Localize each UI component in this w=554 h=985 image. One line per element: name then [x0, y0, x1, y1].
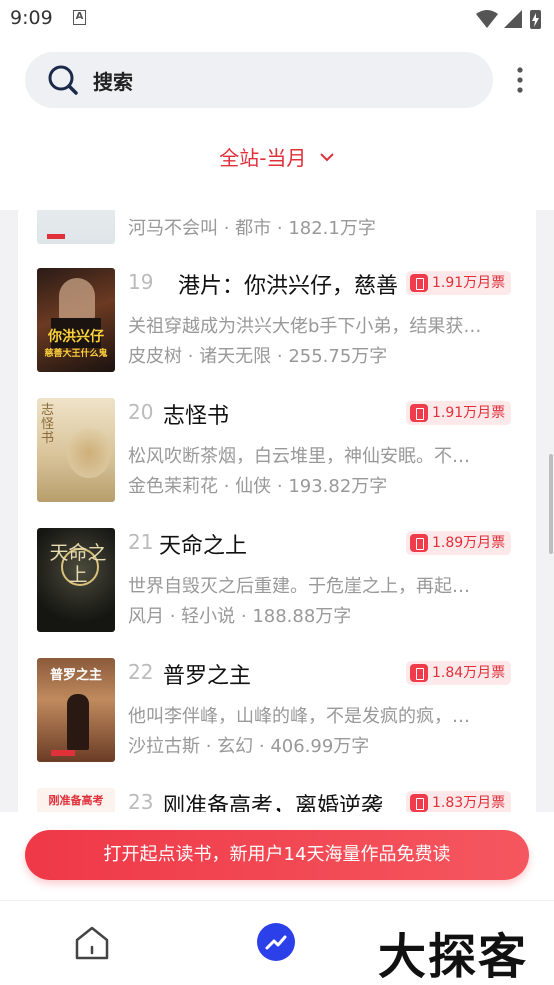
- monthly-ticket-count: 1.83万月票: [432, 795, 506, 811]
- ticket-icon: [410, 274, 428, 292]
- list-item[interactable]: 普罗之主 22 普罗之主 1.84万月票 他叫李伴峰，山峰的峰，不是发疯的疯，……: [18, 658, 536, 770]
- wifi-icon: [476, 10, 498, 28]
- ticket-icon: [410, 794, 428, 812]
- book-cover: 志怪书: [37, 398, 115, 502]
- range-filter[interactable]: 全站-当月: [0, 142, 554, 171]
- book-description: 关祖穿越成为洪兴大佬b手下小弟，结果获…: [128, 316, 482, 337]
- book-description: 松风吹断茶烟，白云堆里，神仙安眠。不…: [128, 446, 470, 467]
- book-meta: 河马不会叫 · 都市 · 182.1万字: [128, 218, 376, 239]
- ranking-tab-icon[interactable]: [257, 923, 295, 961]
- book-cover: [37, 210, 115, 244]
- promo-area: 打开起点读书，新用户14天海量作品免费读: [0, 812, 554, 900]
- book-meta: 风月 · 轻小说 · 188.88万字: [128, 606, 352, 627]
- monthly-ticket-badge: 1.91万月票: [406, 401, 512, 425]
- monthly-ticket-count: 1.84万月票: [432, 665, 506, 681]
- range-filter-label: 全站-当月: [219, 146, 307, 170]
- rank-number: 22: [128, 660, 154, 684]
- watermark: 大探客: [378, 929, 529, 985]
- status-time: 9:09: [10, 7, 53, 29]
- home-icon[interactable]: [72, 923, 112, 963]
- scrollbar[interactable]: [549, 454, 553, 554]
- book-title: 天命之上: [159, 534, 248, 559]
- book-cover: 普罗之主: [37, 658, 115, 762]
- book-description: 他叫李伴峰，山峰的峰，不是发疯的疯，…: [128, 706, 470, 727]
- list-item[interactable]: 刚准备高考 23 刚准备高考，离婚逆袭 1.83万月票: [18, 788, 536, 812]
- search-icon: [48, 65, 78, 95]
- rank-number: 23: [128, 790, 154, 812]
- ranking-list-card: 河马不会叫 · 都市 · 182.1万字 你洪兴仔 慈善大王什么鬼 19 港片：…: [18, 210, 536, 812]
- book-meta: 金色茉莉花 · 仙侠 · 193.82万字: [128, 476, 388, 497]
- list-item[interactable]: 天命之上 21 天命之上 1.89万月票 世界自毁灭之后重建。于危崖之上，再起……: [18, 528, 536, 640]
- list-item[interactable]: 河马不会叫 · 都市 · 182.1万字: [18, 210, 536, 252]
- monthly-ticket-badge: 1.83万月票: [406, 791, 512, 812]
- cover-subtitle: 慈善大王什么鬼: [44, 349, 108, 359]
- book-cover: 你洪兴仔 慈善大王什么鬼: [37, 268, 115, 372]
- monthly-ticket-badge: 1.89万月票: [406, 531, 512, 555]
- cover-title: 刚准备高考: [48, 794, 104, 807]
- ticket-icon: [410, 404, 428, 422]
- cover-title: 普罗之主: [49, 668, 102, 683]
- monthly-ticket-badge: 1.91万月票: [406, 271, 512, 295]
- book-meta: 皮皮树 · 诸天无限 · 255.75万字: [128, 346, 388, 367]
- rank-number: 21: [128, 530, 154, 554]
- book-title: 普罗之主: [163, 664, 252, 689]
- book-meta: 沙拉古斯 · 玄幻 · 406.99万字: [128, 736, 370, 757]
- rank-number: 20: [128, 400, 154, 424]
- bottom-tab-bar: 大探客: [0, 900, 554, 985]
- book-cover: 刚准备高考: [37, 788, 115, 812]
- ranking-list: 河马不会叫 · 都市 · 182.1万字 你洪兴仔 慈善大王什么鬼 19 港片：…: [0, 210, 554, 812]
- trend-icon: [265, 935, 287, 950]
- book-cover: 天命之上: [37, 528, 115, 632]
- monthly-ticket-count: 1.89万月票: [432, 535, 506, 551]
- header: 搜索 全站-当月: [0, 38, 554, 210]
- rank-number: 19: [128, 270, 154, 294]
- status-bar: 9:09 A: [0, 0, 554, 38]
- cover-title: 志怪书: [41, 403, 55, 446]
- monthly-ticket-count: 1.91万月票: [432, 275, 506, 291]
- list-item[interactable]: 志怪书 20 志怪书 1.91万月票 松风吹断茶烟，白云堆里，神仙安眠。不… 金…: [18, 398, 536, 510]
- book-title: 刚准备高考，离婚逆袭: [163, 794, 384, 812]
- search-label: 搜索: [93, 70, 133, 94]
- more-vertical-icon[interactable]: [511, 66, 529, 94]
- cell-signal-icon: [504, 10, 522, 28]
- chevron-down-icon: [320, 152, 334, 161]
- cover-title: 你洪兴仔: [48, 329, 104, 345]
- book-description: 世界自毁灭之后重建。于危崖之上，再起…: [128, 576, 470, 597]
- list-item[interactable]: 你洪兴仔 慈善大王什么鬼 19 港片：你洪兴仔，慈善 1.91万月票 关祖穿越成…: [18, 268, 536, 380]
- open-app-promo-button[interactable]: 打开起点读书，新用户14天海量作品免费读: [25, 830, 529, 880]
- ticket-icon: [410, 664, 428, 682]
- signal-battery-icons: [476, 10, 541, 29]
- book-title: 港片：你洪兴仔，慈善: [178, 274, 399, 299]
- cover-title: 天命之上: [49, 542, 107, 586]
- monthly-ticket-badge: 1.84万月票: [406, 661, 512, 685]
- notification-icon: A: [73, 10, 86, 25]
- search-box[interactable]: 搜索: [25, 52, 493, 108]
- ticket-icon: [410, 534, 428, 552]
- book-title: 志怪书: [163, 404, 230, 429]
- monthly-ticket-count: 1.91万月票: [432, 405, 506, 421]
